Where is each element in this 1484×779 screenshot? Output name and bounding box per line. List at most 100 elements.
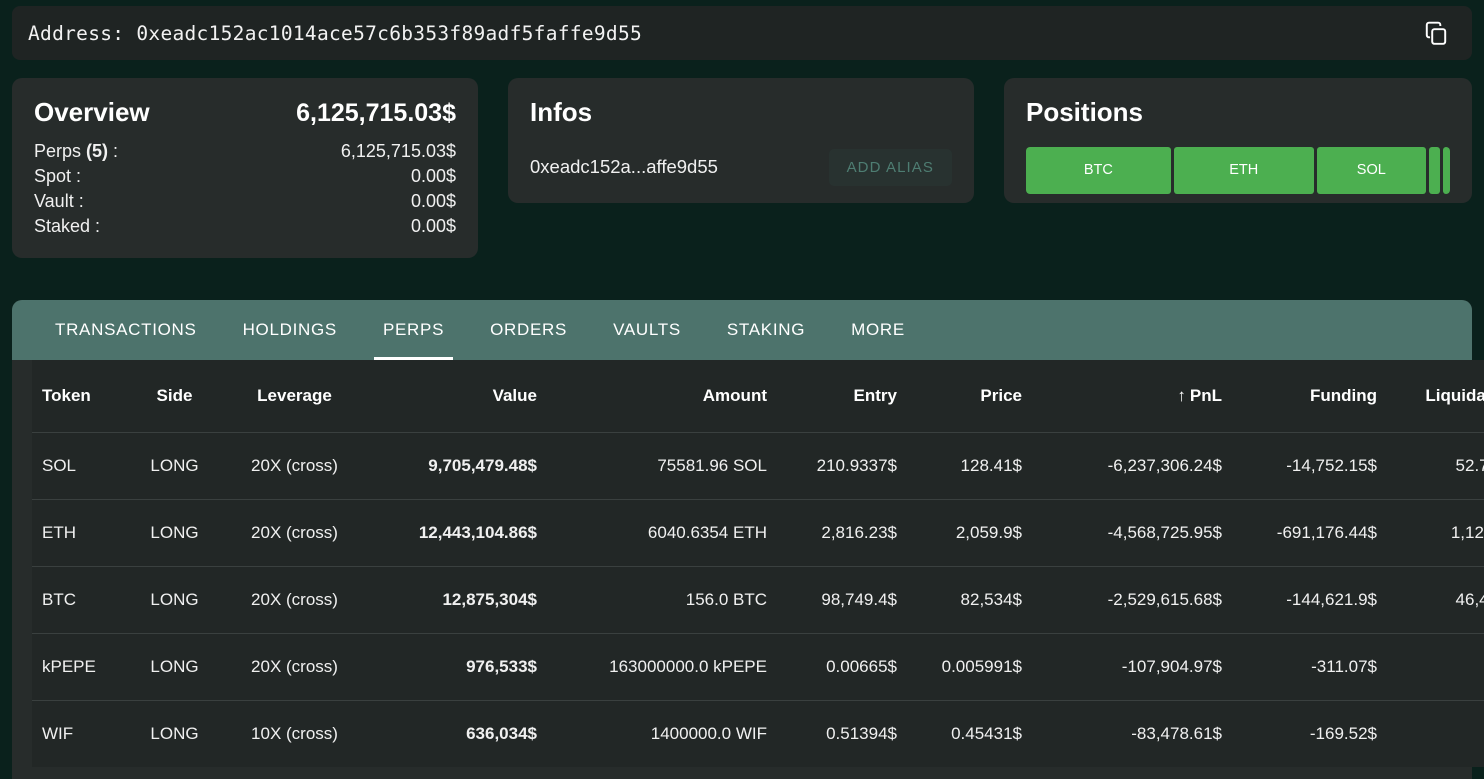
cell-funding: -311.07$ (1232, 633, 1387, 701)
perps-table-container: Token Side Leverage Value Amount Entry P… (12, 360, 1484, 779)
overview-row-perps: Perps (5) : 6,125,715.03$ (34, 139, 456, 164)
overview-header: Overview 6,125,715.03$ (34, 96, 456, 129)
positions-allocation-bar: BTC ETH SOL (1026, 146, 1450, 194)
tab-vaults[interactable]: VAULTS (590, 300, 704, 360)
position-segment-label: BTC (1083, 162, 1113, 178)
cell-liquidation: - (1387, 700, 1484, 767)
cell-funding: -144,621.9$ (1232, 566, 1387, 634)
copy-address-button[interactable] (1416, 13, 1456, 53)
column-header-amount[interactable]: Amount (547, 360, 777, 433)
address-bar: Address: 0xeadc152ac1014ace57c6b353f89ad… (12, 6, 1472, 60)
cell-pnl: -6,237,306.24$ (1032, 432, 1232, 500)
infos-body: 0xeadc152a...affe9d55 ADD ALIAS (530, 148, 952, 186)
column-header-price[interactable]: Price (907, 360, 1032, 433)
tab-label: MORE (851, 320, 905, 339)
tab-label: PERPS (382, 320, 445, 339)
column-header-side[interactable]: Side (127, 360, 222, 433)
cell-price: 128.41$ (907, 432, 1032, 500)
tab-staking[interactable]: STAKING (704, 300, 828, 360)
table-body: SOL LONG 20X (cross) 9,705,479.48$ 75581.96 … (32, 432, 1484, 767)
column-header-token[interactable]: Token (32, 360, 127, 433)
tab-transactions[interactable]: TRANSACTIONS (32, 300, 220, 360)
cell-pnl: -4,568,725.95$ (1032, 499, 1232, 567)
overview-card: Overview 6,125,715.03$ Perps (5) : 6,125… (12, 78, 478, 258)
cell-funding: -14,752.15$ (1232, 432, 1387, 500)
infos-card: Infos 0xeadc152a...affe9d55 ADD ALIAS (508, 78, 974, 203)
tab-bar: TRANSACTIONS HOLDINGS PERPS ORDERS VAULTS STA… (12, 300, 1472, 360)
position-segment-label: ETH (1229, 162, 1259, 178)
overview-value-perps: 6,125,715.03$ (340, 140, 456, 161)
cell-side: LONG (127, 499, 222, 567)
overview-value-vault: 0.00$ (410, 190, 456, 211)
cell-leverage: 20X (cross) (222, 499, 367, 567)
cell-leverage: 10X (cross) (222, 700, 367, 767)
cell-price: 0.45431$ (907, 700, 1032, 767)
cell-leverage: 20X (cross) (222, 633, 367, 701)
table-row[interactable]: ETH LONG 20X (cross) 12,443,104.86$ 6040.635… (32, 499, 1484, 567)
table-row[interactable]: BTC LONG 20X (cross) 12,875,304$ 156.0 BTC 98… (32, 566, 1484, 634)
overview-label-vault: Vault : (34, 190, 84, 211)
position-segment-4[interactable] (1442, 146, 1450, 194)
column-header-entry[interactable]: Entry (777, 360, 907, 433)
tab-label: VAULTS (613, 320, 681, 339)
cell-token: SOL (32, 432, 127, 500)
column-header-pnl[interactable]: ↑ PnL (1032, 360, 1232, 433)
cell-entry: 98,749.4$ (777, 566, 907, 634)
position-segment-btc[interactable]: BTC (1026, 146, 1171, 194)
cell-funding: -691,176.44$ (1232, 499, 1387, 567)
cell-token: WIF (32, 700, 127, 767)
cell-liquidation: 52.776$ (1387, 432, 1484, 500)
column-header-liquidation[interactable]: Liquidation (1387, 360, 1484, 433)
column-header-leverage[interactable]: Leverage (222, 360, 367, 433)
overview-label-staked: Staked : (34, 215, 101, 236)
cell-pnl: -83,478.61$ (1032, 700, 1232, 767)
tab-perps[interactable]: PERPS (360, 300, 467, 360)
cell-side: LONG (127, 566, 222, 634)
tab-label: ORDERS (490, 320, 568, 339)
cell-amount: 75581.96 SOL (547, 432, 777, 500)
tab-more[interactable]: MORE (828, 300, 928, 360)
overview-value-spot: 0.00$ (410, 165, 456, 186)
cell-liquidation: - (1387, 633, 1484, 701)
cell-value: 12,875,304$ (367, 566, 547, 634)
overview-row-staked: Staked : 0.00$ (34, 214, 456, 239)
overview-row-spot: Spot : 0.00$ (34, 164, 456, 189)
overview-breakdown-list: Perps (5) : 6,125,715.03$ Spot : 0.00$ V… (34, 139, 456, 239)
cell-leverage: 20X (cross) (222, 432, 367, 500)
add-alias-button[interactable]: ADD ALIAS (828, 148, 952, 186)
sort-ascending-icon: ↑ (1177, 386, 1186, 405)
cell-entry: 0.00665$ (777, 633, 907, 701)
table-row[interactable]: kPEPE LONG 20X (cross) 976,533$ 163000000.0 … (32, 633, 1484, 701)
perps-table: Token Side Leverage Value Amount Entry P… (32, 360, 1484, 767)
overview-label-perps: Perps (5) : (34, 140, 119, 161)
copy-icon (1423, 20, 1449, 46)
tab-orders[interactable]: ORDERS (467, 300, 590, 360)
position-segment-sol[interactable]: SOL (1316, 146, 1426, 194)
column-header-pnl-label: PnL (1189, 386, 1222, 405)
positions-card: Positions BTC ETH SOL (1004, 78, 1472, 203)
cell-token: BTC (32, 566, 127, 634)
position-segment-3[interactable] (1428, 146, 1440, 194)
tab-holdings[interactable]: HOLDINGS (220, 300, 360, 360)
tab-label: HOLDINGS (242, 320, 337, 339)
table-row[interactable]: SOL LONG 20X (cross) 9,705,479.48$ 75581.96 … (32, 432, 1484, 500)
cell-side: LONG (127, 633, 222, 701)
table-row[interactable]: WIF LONG 10X (cross) 636,034$ 1400000.0 WIF 0… (32, 700, 1484, 767)
cell-side: LONG (127, 700, 222, 767)
wallet-address-text: Address: 0xeadc152ac1014ace57c6b353f89ad… (28, 21, 643, 45)
cell-value: 976,533$ (367, 633, 547, 701)
cell-entry: 2,816.23$ (777, 499, 907, 567)
infos-short-address: 0xeadc152a...affe9d55 (530, 156, 718, 177)
cell-value: 636,034$ (367, 700, 547, 767)
tab-label: STAKING (726, 320, 806, 339)
cell-value: 9,705,479.48$ (367, 432, 547, 500)
column-header-value[interactable]: Value (367, 360, 547, 433)
cell-value: 12,443,104.86$ (367, 499, 547, 567)
column-header-funding[interactable]: Funding (1232, 360, 1387, 433)
overview-total-value: 6,125,715.03$ (296, 99, 456, 127)
cell-amount: 1400000.0 WIF (547, 700, 777, 767)
position-segment-eth[interactable]: ETH (1173, 146, 1314, 194)
overview-title: Overview (34, 97, 150, 127)
summary-cards-row: Overview 6,125,715.03$ Perps (5) : 6,125… (0, 78, 1484, 268)
cell-liquidation: 1,127.9$ (1387, 499, 1484, 567)
